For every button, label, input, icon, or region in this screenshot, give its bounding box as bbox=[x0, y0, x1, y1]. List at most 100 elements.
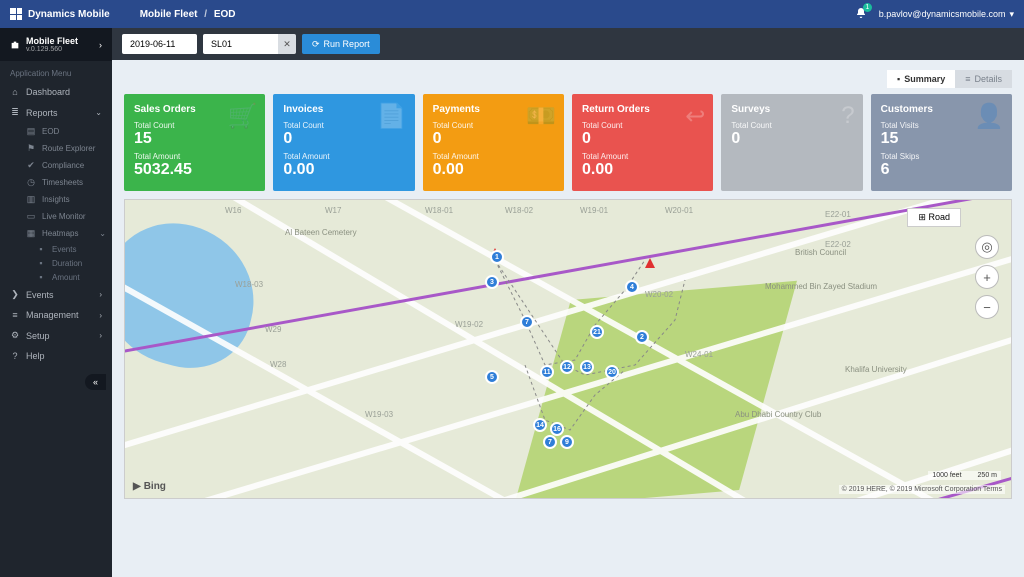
toolbar: ✕ ⟳ Run Report bbox=[112, 28, 1024, 60]
route-icon: ⚑ bbox=[26, 143, 36, 154]
map-marker[interactable]: 4 bbox=[625, 280, 639, 294]
sidebar-item-setup[interactable]: ⚙Setup› bbox=[0, 325, 112, 346]
map-marker[interactable]: 21 bbox=[590, 325, 604, 339]
map-marker[interactable]: 11 bbox=[540, 365, 554, 379]
map-block-label: W17 bbox=[325, 206, 341, 215]
map-marker[interactable]: 5 bbox=[485, 370, 499, 384]
map-poi-label: Abu Dhabi Country Club bbox=[735, 410, 821, 419]
sidebar-collapse-button[interactable]: « bbox=[85, 374, 106, 390]
chevron-right-icon: › bbox=[99, 311, 102, 320]
filter-input[interactable] bbox=[203, 34, 278, 54]
sidebar-item-heatmaps-amount[interactable]: ▪Amount bbox=[30, 270, 112, 284]
card-surveys[interactable]: ? Surveys Total Count 0 bbox=[721, 94, 862, 191]
run-report-button[interactable]: ⟳ Run Report bbox=[302, 34, 380, 54]
plus-icon: + bbox=[983, 270, 991, 285]
map-locate-button[interactable]: ◎ bbox=[975, 235, 999, 259]
map-scale: 1000 feet250 m bbox=[928, 471, 1001, 480]
filter-combo: ✕ bbox=[203, 34, 296, 54]
sidebar-item-reports[interactable]: ≣ Reports ⌄ bbox=[0, 102, 112, 123]
sidebar-item-eod[interactable]: ▤EOD bbox=[20, 123, 112, 140]
sidebar-item-heatmaps[interactable]: ▦Heatmaps⌄ bbox=[20, 225, 112, 242]
chart-icon: ▥ bbox=[26, 194, 36, 205]
monitor-icon: ▭ bbox=[26, 211, 36, 222]
map-block-label: W18-01 bbox=[425, 206, 453, 215]
sidebar-fleet-title: Mobile Fleet bbox=[26, 36, 93, 46]
chevron-right-icon: › bbox=[99, 40, 102, 50]
sidebar-item-help[interactable]: ?Help bbox=[0, 346, 112, 366]
content: ▪Summary ≡Details 🛒 Sales Orders Total C… bbox=[112, 60, 1024, 577]
sidebar-fleet-version: v.0.129.560 bbox=[26, 46, 93, 53]
map-block-label: W20-01 bbox=[665, 206, 693, 215]
map-marker[interactable]: 3 bbox=[485, 275, 499, 289]
map-marker[interactable]: 13 bbox=[580, 360, 594, 374]
map-zoom-out-button[interactable]: − bbox=[975, 295, 999, 319]
chevron-down-icon: ⌄ bbox=[99, 229, 106, 238]
sidebar-item-dashboard[interactable]: ⌂ Dashboard bbox=[0, 82, 112, 102]
map-block-label: E22-01 bbox=[825, 210, 851, 219]
map-marker[interactable]: 1 bbox=[490, 250, 504, 264]
target-icon: ◎ bbox=[981, 239, 992, 255]
bars-icon: ▪ bbox=[36, 244, 46, 254]
sidebar: Mobile Fleet v.0.129.560 › Application M… bbox=[0, 28, 112, 577]
map-block-label: W19-03 bbox=[365, 410, 393, 419]
map-marker[interactable]: 7 bbox=[543, 435, 557, 449]
map-marker[interactable]: 12 bbox=[560, 360, 574, 374]
tab-details[interactable]: ≡Details bbox=[955, 70, 1012, 88]
map-marker[interactable]: 7 bbox=[520, 315, 534, 329]
list-icon: ≡ bbox=[10, 310, 20, 320]
user-email: b.pavlov@dynamicsmobile.com bbox=[879, 9, 1006, 19]
map-poi-label: Mohammed Bin Zayed Stadium bbox=[765, 282, 877, 291]
notifications-button[interactable]: 1 bbox=[855, 7, 867, 22]
card-sales-orders[interactable]: 🛒 Sales Orders Total Count 15 Total Amou… bbox=[124, 94, 265, 191]
kpi-cards: 🛒 Sales Orders Total Count 15 Total Amou… bbox=[124, 94, 1012, 191]
sidebar-item-compliance[interactable]: ✔Compliance bbox=[20, 157, 112, 174]
map-block-label: W24-01 bbox=[685, 350, 713, 359]
sidebar-item-heatmaps-duration[interactable]: ▪Duration bbox=[30, 256, 112, 270]
breadcrumb-separator: / bbox=[204, 9, 207, 20]
card-return-orders[interactable]: ↩ Return Orders Total Count 0 Total Amou… bbox=[572, 94, 713, 191]
tabs: ▪Summary ≡Details bbox=[124, 70, 1012, 88]
card-payments[interactable]: 💵 Payments Total Count 0 Total Amount 0.… bbox=[423, 94, 564, 191]
bing-icon: ▶ bbox=[133, 481, 141, 492]
map-block-label: W19-02 bbox=[455, 320, 483, 329]
tab-summary[interactable]: ▪Summary bbox=[887, 70, 955, 88]
link-icon: ❯ bbox=[10, 289, 20, 300]
summary-icon: ▪ bbox=[897, 74, 900, 84]
map-provider: ▶Bing bbox=[133, 481, 166, 492]
card-invoices[interactable]: 📄 Invoices Total Count 0 Total Amount 0.… bbox=[273, 94, 414, 191]
sidebar-item-events[interactable]: ❯Events› bbox=[0, 284, 112, 305]
sidebar-item-route-explorer[interactable]: ⚑Route Explorer bbox=[20, 140, 112, 157]
map-block-label: W20-02 bbox=[645, 290, 673, 299]
sidebar-item-insights[interactable]: ▥Insights bbox=[20, 191, 112, 208]
breadcrumb-fleet[interactable]: Mobile Fleet bbox=[140, 9, 198, 20]
sidebar-item-management[interactable]: ≡Management› bbox=[0, 305, 112, 325]
check-icon: ✔ bbox=[26, 160, 36, 171]
map-marker[interactable]: 2 bbox=[635, 330, 649, 344]
map-marker[interactable]: 20 bbox=[605, 365, 619, 379]
close-icon: ✕ bbox=[283, 39, 291, 50]
map-attribution: © 2019 HERE, © 2019 Microsoft Corporatio… bbox=[839, 485, 1005, 494]
road-icon: ⊞ bbox=[918, 212, 926, 222]
map-marker[interactable]: 9 bbox=[560, 435, 574, 449]
sidebar-item-timesheets[interactable]: ◷Timesheets bbox=[20, 174, 112, 191]
map[interactable]: W16 W17 W18-01 W18-02 W18-03 W19-01 W19-… bbox=[124, 199, 1012, 499]
map-flag-end[interactable] bbox=[645, 258, 655, 268]
sidebar-fleet-header[interactable]: Mobile Fleet v.0.129.560 › bbox=[0, 28, 112, 61]
map-marker[interactable]: 14 bbox=[533, 418, 547, 432]
map-roads bbox=[125, 200, 1011, 498]
user-menu[interactable]: b.pavlov@dynamicsmobile.com ▾ bbox=[879, 9, 1014, 20]
map-block-label: W18-02 bbox=[505, 206, 533, 215]
date-input[interactable] bbox=[122, 34, 197, 54]
map-marker[interactable]: 16 bbox=[550, 422, 564, 436]
minus-icon: − bbox=[983, 300, 991, 315]
map-layer-select[interactable]: ⊞ Road bbox=[907, 208, 961, 227]
filter-clear-button[interactable]: ✕ bbox=[278, 34, 296, 54]
run-report-label: Run Report bbox=[324, 39, 370, 49]
sidebar-item-heatmaps-events[interactable]: ▪Events bbox=[30, 242, 112, 256]
map-zoom-in-button[interactable]: + bbox=[975, 265, 999, 289]
card-customers[interactable]: 👤 Customers Total Visits 15 Total Skips … bbox=[871, 94, 1012, 191]
sidebar-section-label: Application Menu bbox=[0, 61, 112, 82]
chevron-right-icon: › bbox=[99, 331, 102, 340]
chevron-right-icon: › bbox=[99, 290, 102, 299]
sidebar-item-live-monitor[interactable]: ▭Live Monitor bbox=[20, 208, 112, 225]
